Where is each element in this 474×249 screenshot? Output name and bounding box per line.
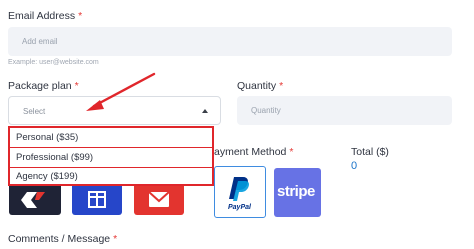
email-label-text: Email Address (8, 10, 76, 22)
package-dropdown: Personal ($35) Professional ($99) Agency… (8, 126, 214, 186)
payment-method-label: ayment Method * (214, 146, 293, 158)
package-label: Package plan * (8, 80, 79, 92)
option-professional[interactable]: Professional ($99) (16, 152, 93, 163)
required-mark: * (113, 233, 118, 245)
required-mark: * (78, 10, 83, 22)
required-mark: * (74, 80, 79, 92)
required-mark: * (289, 146, 294, 158)
stripe-text: stripe (277, 183, 315, 200)
option-agency[interactable]: Agency ($199) (16, 171, 78, 182)
email-placeholder: Add email (22, 37, 58, 46)
option-personal[interactable]: Personal ($35) (16, 132, 78, 143)
caret-up-icon (202, 109, 208, 113)
option-divider (10, 147, 212, 148)
total-value: 0 (351, 160, 358, 172)
package-select-value: Select (23, 107, 46, 116)
quantity-field[interactable]: Quantity (237, 96, 452, 125)
package-label-text: Package plan (8, 80, 72, 92)
payment-method-stripe[interactable]: stripe (274, 168, 321, 217)
paypal-text: PayPal (228, 204, 251, 211)
email-hint: Example: user@website.com (8, 59, 99, 66)
option-divider (10, 167, 212, 168)
paypal-logo-icon (229, 177, 249, 201)
comments-label-text: Comments / Message (8, 233, 111, 245)
required-mark: * (279, 80, 284, 92)
payment-method-paypal[interactable]: PayPal (214, 166, 266, 218)
annotation-arrow (86, 72, 156, 111)
quantity-placeholder: Quantity (251, 106, 281, 115)
payment-method-label-text: ayment Method (214, 146, 287, 158)
quantity-label-text: Quantity (237, 80, 277, 92)
comments-label: Comments / Message * (8, 233, 117, 245)
total-label: Total ($) (351, 146, 389, 158)
email-field[interactable]: Add email (8, 27, 452, 56)
email-label: Email Address * (8, 10, 82, 22)
quantity-label: Quantity * (237, 80, 283, 92)
